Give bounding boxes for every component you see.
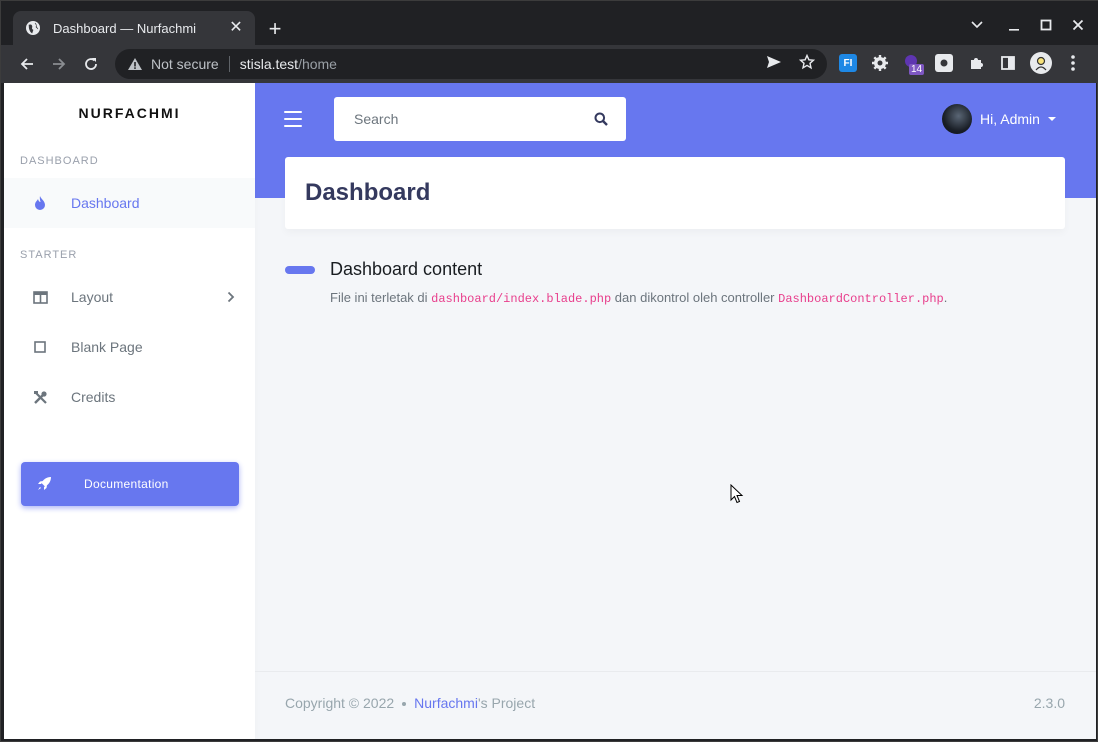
- puzzle-icon[interactable]: [967, 54, 985, 72]
- section-title-marker: [285, 265, 315, 274]
- lead-code-view: dashboard/index.blade.php: [431, 292, 612, 306]
- tab-strip: Dashboard — Nurfachmi ✕ +: [1, 1, 1098, 45]
- hamburger-menu-icon[interactable]: [284, 111, 302, 127]
- extension-badge-count: 14: [909, 64, 925, 75]
- sidebar-brand[interactable]: NURFACHMI: [4, 105, 255, 121]
- reload-icon[interactable]: [80, 53, 102, 75]
- fire-icon: [32, 195, 48, 211]
- extension-fi-label: FI: [843, 57, 853, 69]
- sidebar-item-dashboard[interactable]: Dashboard: [4, 178, 255, 228]
- footer-brand-link[interactable]: Nurfachmi: [414, 695, 478, 711]
- tab-title: Dashboard — Nurfachmi: [53, 20, 197, 36]
- maximize-icon[interactable]: [1036, 15, 1056, 35]
- sidebar-item-layout[interactable]: Layout: [4, 272, 255, 322]
- screenshot-extension-icon[interactable]: [935, 54, 953, 72]
- sidebar: NURFACHMI DASHBOARD Dashboard STARTER La…: [4, 83, 255, 739]
- address-bar[interactable]: Not secure stisla.test/home: [115, 49, 827, 79]
- kebab-menu-icon[interactable]: [1064, 54, 1082, 72]
- columns-icon: [32, 289, 48, 305]
- footer: Copyright © 2022 Nurfachmi's Project 2.3.…: [255, 671, 1096, 739]
- search-icon[interactable]: [594, 112, 608, 126]
- menu-header-starter: STARTER: [20, 249, 78, 261]
- sidebar-item-credits[interactable]: Credits: [4, 372, 255, 422]
- forward-icon[interactable]: [48, 53, 70, 75]
- url-host: stisla.test: [239, 56, 299, 72]
- gear-extension-icon[interactable]: [871, 54, 889, 72]
- hamburger-bar: [284, 125, 302, 127]
- extension-fi-icon[interactable]: FI: [839, 54, 857, 72]
- section-lead: File ini terletak di dashboard/index.bla…: [330, 290, 947, 306]
- footer-left: Copyright © 2022 Nurfachmi's Project: [285, 695, 535, 711]
- browser-window: Dashboard — Nurfachmi ✕ + Not secure sti…: [0, 0, 1098, 742]
- menu-header-dashboard: DASHBOARD: [20, 155, 99, 167]
- mouse-cursor-icon: [730, 484, 744, 504]
- browser-tab[interactable]: Dashboard — Nurfachmi ✕: [13, 11, 255, 45]
- section-title-text: Dashboard content: [330, 259, 483, 279]
- warning-icon[interactable]: [127, 56, 143, 72]
- lead-suffix: .: [943, 290, 948, 305]
- not-secure-label[interactable]: Not secure: [151, 56, 219, 72]
- sidebar-item-label: Blank Page: [71, 339, 143, 355]
- new-tab-button[interactable]: +: [265, 18, 285, 40]
- search-box: [334, 97, 626, 141]
- footer-copyright: Copyright © 2022: [285, 695, 395, 711]
- sidebar-item-label: Dashboard: [71, 195, 140, 211]
- browser-toolbar: Not secure stisla.test/home FI 14: [1, 45, 1098, 83]
- footer-bullet: [402, 702, 407, 707]
- square-icon: [32, 339, 48, 355]
- footer-version: 2.3.0: [1033, 695, 1065, 711]
- back-icon[interactable]: [16, 53, 38, 75]
- tools-icon: [32, 389, 48, 405]
- sidebar-item-label: Layout: [71, 289, 114, 305]
- hamburger-bar: [284, 111, 302, 113]
- footer-project-suffix: 's Project: [477, 695, 536, 711]
- tab-close-icon[interactable]: ✕: [227, 19, 245, 37]
- sidebar-item-label: Credits: [71, 389, 116, 405]
- close-window-icon[interactable]: [1068, 15, 1088, 35]
- url-path: /home: [298, 56, 337, 72]
- hamburger-bar: [284, 118, 302, 120]
- rocket-icon: [37, 476, 53, 492]
- globe-icon: [25, 20, 41, 36]
- star-icon[interactable]: [798, 53, 816, 71]
- page-viewport: NURFACHMI DASHBOARD Dashboard STARTER La…: [4, 83, 1096, 739]
- sidebar-item-blank-page[interactable]: Blank Page: [4, 322, 255, 372]
- profile-avatar-icon[interactable]: [1030, 52, 1052, 74]
- user-dropdown[interactable]: Hi, Admin: [942, 104, 1056, 134]
- lead-code-controller: DashboardController.php: [778, 292, 944, 306]
- documentation-button[interactable]: Documentation: [21, 462, 239, 506]
- side-panel-icon[interactable]: [999, 54, 1017, 72]
- avatar: [942, 104, 972, 134]
- chevron-right-icon: [227, 291, 235, 303]
- lead-middle: dan dikontrol oleh controller: [611, 290, 779, 305]
- send-icon[interactable]: [765, 53, 783, 71]
- documentation-label: Documentation: [84, 477, 169, 491]
- search-input[interactable]: [354, 111, 594, 127]
- lead-prefix: File ini terletak di: [330, 290, 432, 305]
- section-title: Dashboard content: [285, 259, 482, 280]
- omnibox-separator: [228, 56, 230, 72]
- extension-badge-icon[interactable]: 14: [903, 54, 925, 75]
- minimize-icon[interactable]: [1004, 15, 1024, 35]
- page-title: Dashboard: [305, 179, 431, 206]
- caret-down-icon: [1047, 117, 1056, 121]
- user-greeting: Hi, Admin: [980, 111, 1040, 127]
- section-header: Dashboard: [285, 157, 1065, 229]
- tab-search-icon[interactable]: [967, 15, 987, 35]
